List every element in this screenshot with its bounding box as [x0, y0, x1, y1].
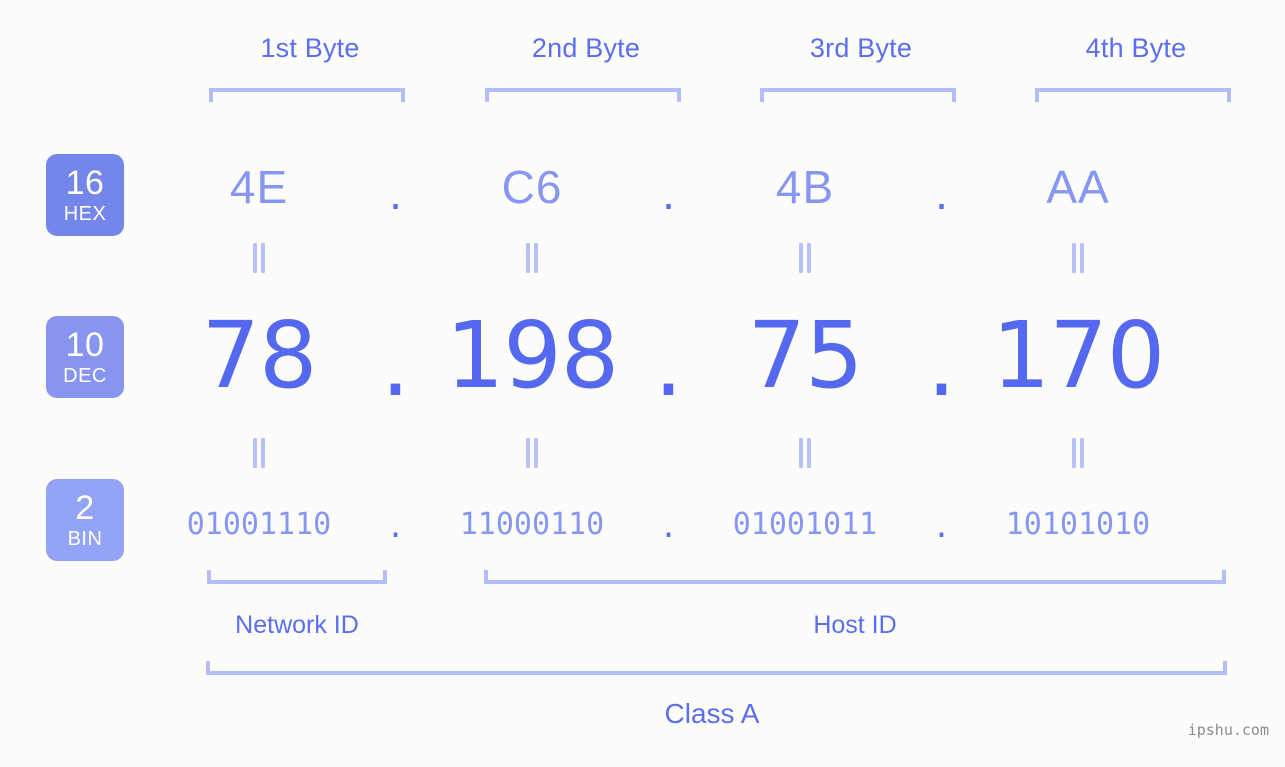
dec-byte-3: 75	[747, 302, 863, 409]
radix-badge-bin-name: BIN	[67, 528, 103, 550]
equals-icon	[797, 242, 813, 273]
hex-separator-1: .	[389, 167, 402, 219]
radix-badge-dec: 10 DEC	[46, 316, 124, 398]
equals-icon	[251, 437, 267, 468]
hex-byte-4: AA	[1046, 161, 1110, 213]
hex-separator-2: .	[662, 167, 675, 219]
equality-row-dec-bin	[150, 437, 1255, 473]
ip-breakdown-diagram: 1st Byte 2nd Byte 3rd Byte 4th Byte 16 H…	[0, 0, 1285, 767]
equals-icon-cell-8	[969, 437, 1187, 473]
equals-icon-cell-1	[150, 242, 368, 278]
equals-icon-cell-7	[696, 437, 914, 473]
radix-badge-dec-number: 10	[65, 326, 105, 364]
equals-icon-cell-5	[150, 437, 368, 473]
hex-byte-1: 4E	[229, 161, 289, 213]
byte-header-1: 1st Byte	[260, 33, 360, 63]
byte-header-2: 2nd Byte	[531, 33, 641, 63]
equals-icon	[251, 242, 267, 273]
dec-separator-1: .	[380, 310, 411, 417]
class-bracket	[206, 661, 1227, 675]
byte-bracket-3	[760, 88, 956, 102]
network-id-bracket	[207, 570, 387, 584]
radix-badge-hex-number: 16	[65, 164, 105, 202]
dec-byte-1: 78	[201, 302, 317, 409]
hex-byte-2: C6	[501, 161, 563, 213]
equals-icon	[1070, 437, 1086, 468]
host-id-bracket	[484, 570, 1226, 584]
equals-icon	[797, 437, 813, 468]
bin-byte-3: 01001011	[732, 506, 878, 542]
equality-row-hex-dec	[150, 242, 1255, 278]
byte-bracket-1	[209, 88, 405, 102]
equals-icon-cell-3	[696, 242, 914, 278]
bin-byte-4: 10101010	[1005, 506, 1151, 542]
bin-value-row: 01001110 . 11000110 . 01001011 . 1010101…	[150, 498, 1255, 550]
hex-byte-3: 4B	[775, 161, 835, 213]
equals-icon-cell-2	[423, 242, 641, 278]
radix-badge-bin: 2 BIN	[46, 479, 124, 561]
bin-separator-3: .	[932, 509, 951, 545]
dec-byte-4: 170	[991, 302, 1166, 409]
dec-separator-2: .	[653, 310, 684, 417]
equals-icon-cell-4	[969, 242, 1187, 278]
radix-badge-hex-name: HEX	[63, 203, 107, 225]
byte-bracket-4	[1035, 88, 1231, 102]
equals-icon-cell-6	[423, 437, 641, 473]
radix-badge-bin-number: 2	[75, 489, 95, 527]
dec-value-row: 78 . 198 . 75 . 170	[150, 298, 1255, 417]
bin-separator-2: .	[659, 509, 678, 545]
hex-value-row: 4E . C6 . 4B . AA	[150, 152, 1255, 222]
bin-byte-1: 01001110	[186, 506, 332, 542]
network-id-label: Network ID	[235, 611, 359, 639]
byte-bracket-2	[485, 88, 681, 102]
site-watermark: ipshu.com	[1187, 721, 1269, 739]
byte-header-4: 4th Byte	[1085, 33, 1187, 63]
dec-separator-3: .	[926, 310, 957, 417]
hex-separator-3: .	[935, 167, 948, 219]
equals-icon	[524, 242, 540, 273]
byte-header-3: 3rd Byte	[809, 33, 913, 63]
host-id-label: Host ID	[813, 611, 897, 639]
bin-separator-1: .	[386, 509, 405, 545]
radix-badge-hex: 16 HEX	[46, 154, 124, 236]
bin-byte-2: 11000110	[459, 506, 605, 542]
equals-icon	[1070, 242, 1086, 273]
equals-icon	[524, 437, 540, 468]
class-label: Class A	[664, 698, 760, 729]
radix-badge-dec-name: DEC	[63, 365, 107, 387]
dec-byte-2: 198	[445, 302, 620, 409]
